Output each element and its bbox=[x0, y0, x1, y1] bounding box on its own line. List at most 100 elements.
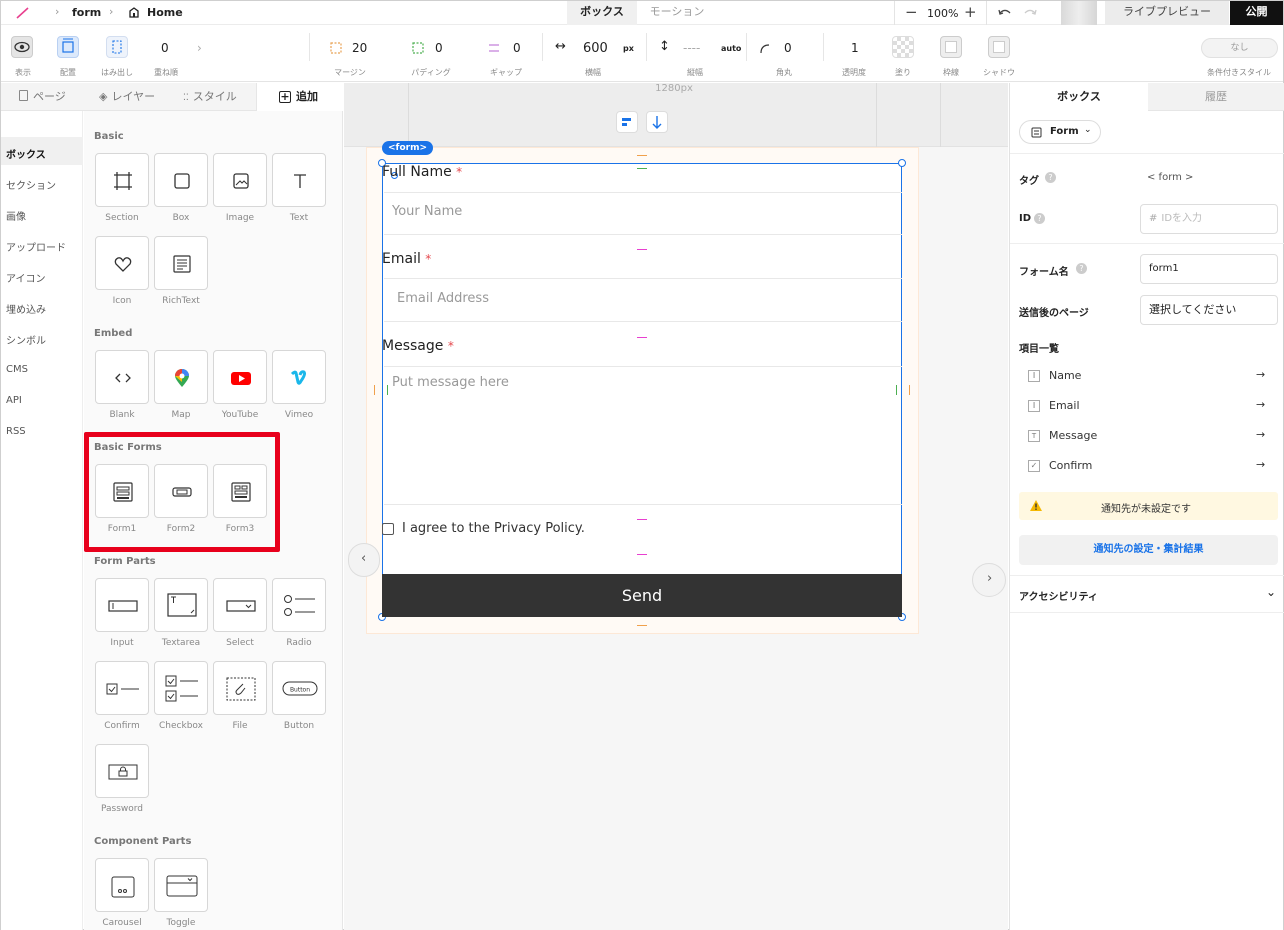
height-value[interactable]: ---- bbox=[683, 41, 700, 55]
height-unit[interactable]: auto bbox=[721, 44, 741, 53]
field-divider bbox=[384, 234, 902, 235]
accessibility-section[interactable]: アクセシビリティ ⌄ bbox=[1010, 576, 1284, 612]
category-icon[interactable]: アイコン bbox=[6, 270, 46, 285]
tab-inspector-box[interactable]: ボックス bbox=[1010, 83, 1148, 111]
form-item-confirm[interactable]: ✓ Confirm → bbox=[1028, 458, 1268, 478]
element-selector[interactable]: Form ⌄ bbox=[1019, 120, 1101, 144]
category-api[interactable]: API bbox=[6, 395, 22, 406]
live-preview-button[interactable]: ライブプレビュー bbox=[1105, 1, 1229, 25]
tile-textarea[interactable] bbox=[154, 578, 208, 632]
tile-image[interactable] bbox=[213, 153, 267, 207]
tab-layer[interactable]: ◈ レイヤー bbox=[99, 83, 155, 111]
tile-toggle[interactable] bbox=[154, 858, 208, 912]
fill-swatch[interactable] bbox=[892, 36, 914, 58]
email-input[interactable]: Email Address bbox=[397, 291, 489, 306]
tile-youtube[interactable] bbox=[213, 350, 267, 404]
form-item-name[interactable]: I Name → bbox=[1028, 368, 1268, 388]
form-item-message[interactable]: T Message → bbox=[1028, 428, 1268, 448]
tab-page[interactable]: ページ bbox=[19, 83, 66, 111]
collapse-right-button[interactable]: › bbox=[972, 563, 1006, 597]
map-pin-icon bbox=[175, 369, 189, 387]
tile-password[interactable] bbox=[95, 744, 149, 798]
category-cms[interactable]: CMS bbox=[6, 364, 28, 375]
radius-value[interactable]: 0 bbox=[784, 41, 792, 55]
breadcrumb-form[interactable]: form bbox=[72, 6, 101, 19]
z-order-value[interactable]: 0 bbox=[161, 41, 169, 55]
message-textarea[interactable]: Put message here bbox=[392, 375, 509, 390]
agree-checkbox[interactable] bbox=[382, 523, 394, 535]
tile-form1[interactable] bbox=[95, 464, 149, 518]
category-upload[interactable]: アップロード bbox=[6, 239, 66, 254]
undo-icon[interactable] bbox=[997, 7, 1013, 19]
help-icon[interactable]: ? bbox=[1034, 213, 1045, 224]
form-item-email[interactable]: I Email → bbox=[1028, 398, 1268, 418]
conditional-style-button[interactable]: なし bbox=[1201, 38, 1278, 58]
notify-settings-button[interactable]: 通知先の設定・集計結果 bbox=[1019, 535, 1278, 565]
tab-box[interactable]: ボックス bbox=[567, 1, 637, 25]
tile-richtext[interactable] bbox=[154, 236, 208, 290]
category-embed[interactable]: 埋め込み bbox=[6, 301, 46, 316]
width-unit[interactable]: px bbox=[623, 44, 634, 53]
tab-add[interactable]: + 追加 bbox=[256, 83, 343, 111]
width-value[interactable]: 600 bbox=[583, 41, 608, 56]
margin-value[interactable]: 20 bbox=[352, 41, 367, 55]
help-icon[interactable]: ? bbox=[1076, 263, 1087, 274]
resize-handle[interactable] bbox=[898, 159, 906, 167]
tile-file[interactable] bbox=[213, 661, 267, 715]
tab-style[interactable]: ⁚⁚ スタイル bbox=[183, 83, 237, 111]
category-rss[interactable]: RSS bbox=[6, 426, 26, 437]
tile-carousel[interactable] bbox=[95, 858, 149, 912]
border-button[interactable] bbox=[940, 36, 962, 58]
zoom-in-icon[interactable]: + bbox=[964, 3, 977, 21]
zoom-level[interactable]: 100% bbox=[927, 7, 958, 20]
breadcrumb-home[interactable]: Home bbox=[147, 6, 183, 19]
agree-label: I agree to the Privacy Policy. bbox=[402, 521, 585, 536]
tile-select[interactable] bbox=[213, 578, 267, 632]
publish-button[interactable]: 公開 bbox=[1230, 1, 1283, 25]
tab-motion[interactable]: モーション bbox=[638, 1, 716, 25]
tile-checkbox[interactable] bbox=[154, 661, 208, 715]
padding-value[interactable]: 0 bbox=[435, 41, 443, 55]
category-section[interactable]: セクション bbox=[6, 177, 56, 192]
form-element[interactable] bbox=[382, 163, 902, 617]
tile-text[interactable] bbox=[272, 153, 326, 207]
overflow-button[interactable] bbox=[106, 36, 128, 58]
form-name-input[interactable]: form1 bbox=[1140, 254, 1278, 284]
studio-logo-icon[interactable] bbox=[15, 6, 31, 20]
layout-button[interactable] bbox=[57, 36, 79, 58]
collapse-left-button[interactable]: ‹ bbox=[348, 543, 380, 577]
tile-map[interactable] bbox=[154, 350, 208, 404]
tab-history[interactable]: 履歴 bbox=[1148, 83, 1284, 111]
id-input[interactable]: # IDを入力 bbox=[1140, 204, 1278, 234]
tile-box[interactable] bbox=[154, 153, 208, 207]
field-divider bbox=[384, 321, 902, 322]
tile-button[interactable]: Button bbox=[272, 661, 326, 715]
after-submit-page-select[interactable]: 選択してください bbox=[1140, 295, 1278, 325]
category-image[interactable]: 画像 bbox=[6, 208, 26, 223]
tile-input[interactable] bbox=[95, 578, 149, 632]
gap-marker bbox=[637, 554, 647, 555]
category-box[interactable]: ボックス bbox=[6, 146, 46, 161]
help-icon[interactable]: ? bbox=[1045, 172, 1056, 183]
align-button[interactable] bbox=[616, 111, 638, 133]
chevron-right-icon[interactable]: › bbox=[197, 41, 202, 55]
direction-button[interactable] bbox=[646, 111, 668, 133]
redo-icon[interactable] bbox=[1022, 7, 1038, 19]
opacity-value[interactable]: 1 bbox=[851, 41, 859, 55]
full-name-input[interactable]: Your Name bbox=[392, 204, 462, 219]
tile-confirm[interactable] bbox=[95, 661, 149, 715]
tile-radio[interactable] bbox=[272, 578, 326, 632]
avatar[interactable] bbox=[1061, 1, 1097, 25]
gap-value[interactable]: 0 bbox=[513, 41, 521, 55]
tile-section[interactable] bbox=[95, 153, 149, 207]
shadow-button[interactable] bbox=[988, 36, 1010, 58]
zoom-out-icon[interactable]: − bbox=[905, 3, 918, 21]
send-button[interactable]: Send bbox=[382, 574, 902, 617]
tile-icon[interactable] bbox=[95, 236, 149, 290]
tile-blank[interactable] bbox=[95, 350, 149, 404]
visibility-toggle[interactable] bbox=[11, 36, 33, 58]
tile-vimeo[interactable] bbox=[272, 350, 326, 404]
tile-form2[interactable] bbox=[154, 464, 208, 518]
category-symbol[interactable]: シンボル bbox=[6, 332, 46, 347]
tile-form3[interactable] bbox=[213, 464, 267, 518]
